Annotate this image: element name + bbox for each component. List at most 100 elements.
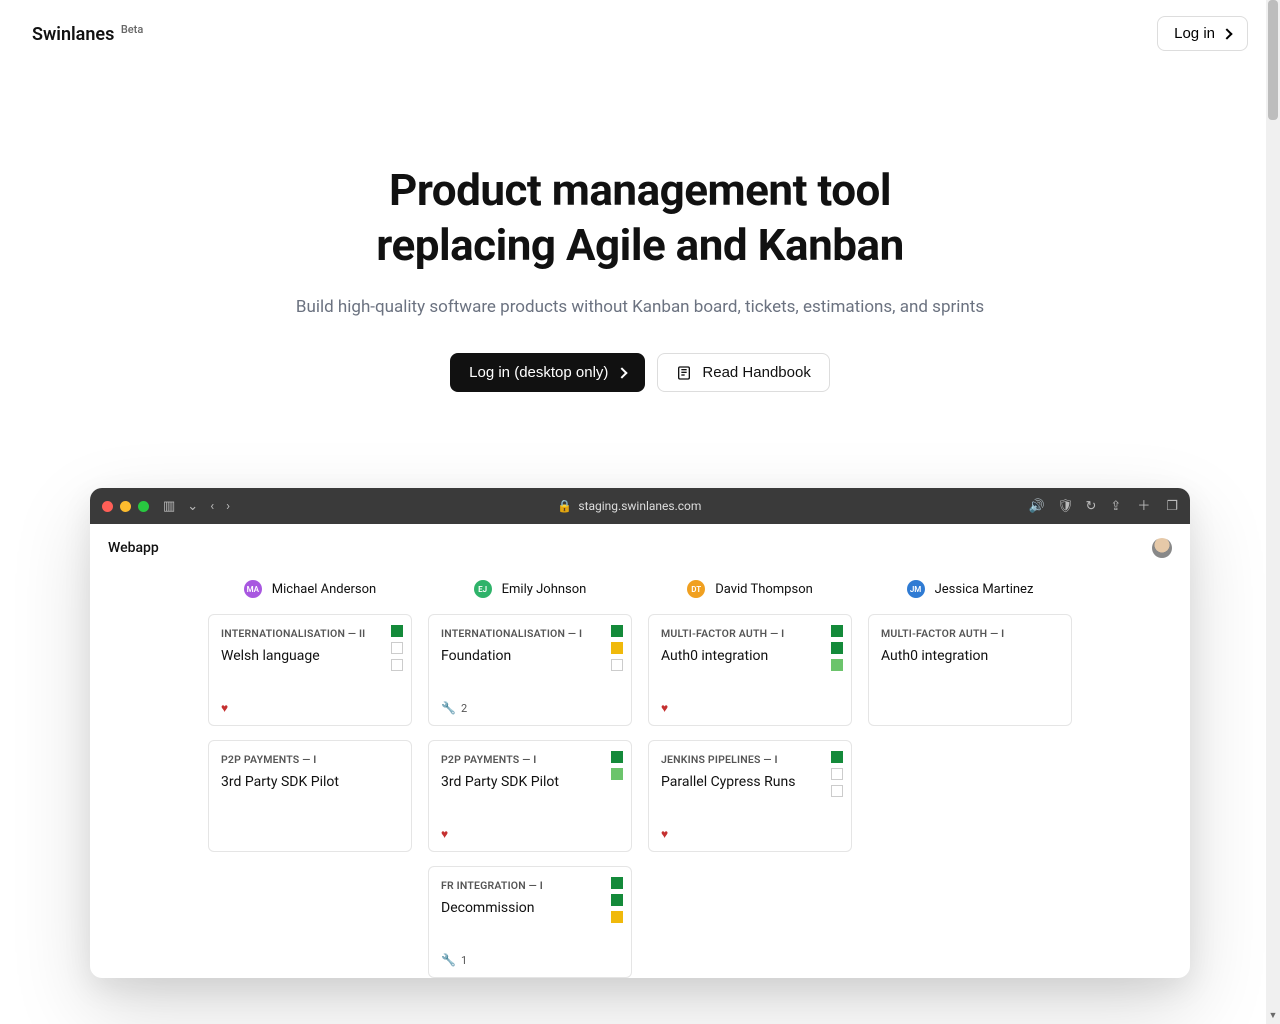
card-foot-count: 1 xyxy=(461,954,467,967)
board-column: MA Michael Anderson INTERNATIONALISATION —… xyxy=(208,580,412,978)
status-stack xyxy=(391,625,403,671)
address-bar: 🔒 staging.swinlanes.com xyxy=(244,499,1015,513)
card-label: P2P PAYMENTS — I xyxy=(221,753,399,766)
status-square xyxy=(831,785,843,797)
status-square xyxy=(831,768,843,780)
board-column: JMJessica Martinez MULTI-FACTOR AUTH — IA… xyxy=(868,580,1072,978)
chevron-down-icon: ⌄ xyxy=(187,500,198,513)
card[interactable]: INTERNATIONALISATION — IFoundation🔧2 xyxy=(428,614,632,726)
heart-icon: ♥ xyxy=(441,827,448,841)
user-avatar xyxy=(1152,538,1172,558)
shield-icon: 🛡 xyxy=(1057,500,1074,513)
column-header: JMJessica Martinez xyxy=(868,580,1072,598)
status-stack xyxy=(611,751,623,780)
titlebar-left-group: ▥ ⌄ ‹ › xyxy=(163,500,230,513)
cta-login-button[interactable]: Log in (desktop only) xyxy=(450,353,645,392)
column-name: Michael Anderson xyxy=(272,582,376,597)
card[interactable]: MULTI-FACTOR AUTH — IAuth0 integration xyxy=(868,614,1072,726)
browser-mockup: ▥ ⌄ ‹ › 🔒 staging.swinlanes.com 🔊 🛡 ↻ ⇪ … xyxy=(90,488,1190,978)
card-footer: 🔧2 xyxy=(441,701,467,715)
status-square xyxy=(611,877,623,889)
status-stack xyxy=(831,751,843,797)
status-square xyxy=(831,642,843,654)
titlebar-mid-group: 🔊 🛡 ↻ xyxy=(1029,500,1097,513)
card-title: Auth0 integration xyxy=(881,648,1059,664)
scrollbar-thumb[interactable] xyxy=(1268,0,1278,120)
column-name: David Thompson xyxy=(715,582,813,597)
brand-badge: Beta xyxy=(121,23,143,36)
column-header: MA Michael Anderson xyxy=(208,580,412,598)
card-title: Parallel Cypress Runs xyxy=(661,774,839,790)
close-light-icon xyxy=(102,501,113,512)
heart-icon: ♥ xyxy=(661,701,668,715)
back-icon: ‹ xyxy=(210,500,214,513)
hero-title-line2: replacing Agile and Kanban xyxy=(376,219,903,271)
status-square xyxy=(391,659,403,671)
book-icon xyxy=(676,365,692,381)
scrollbar[interactable]: ▼ xyxy=(1266,0,1280,1024)
card-title: Decommission xyxy=(441,900,619,916)
status-square xyxy=(611,911,623,923)
card-title: 3rd Party SDK Pilot xyxy=(441,774,619,790)
column-avatar: MA xyxy=(244,580,262,598)
card-title: Welsh language xyxy=(221,648,399,664)
chevron-right-icon xyxy=(617,367,628,378)
card-title: Auth0 integration xyxy=(661,648,839,664)
column-avatar: DT xyxy=(687,580,705,598)
tabs-icon: ❐ xyxy=(1166,500,1178,513)
card-label: FR INTEGRATION — I xyxy=(441,879,619,892)
status-stack xyxy=(611,877,623,923)
card-foot-count: 2 xyxy=(461,702,467,715)
login-button[interactable]: Log in xyxy=(1157,16,1248,51)
status-square xyxy=(611,751,623,763)
column-name: Emily Johnson xyxy=(502,582,587,597)
column-header: DT David Thompson xyxy=(648,580,852,598)
cta-handbook-label: Read Handbook xyxy=(702,364,810,381)
hero-title: Product management tool replacing Agile … xyxy=(40,163,1240,273)
card-label: INTERNATIONALISATION — II xyxy=(221,627,399,640)
status-stack xyxy=(831,625,843,671)
board-column: EJ Emily Johnson INTERNATIONALISATION — I F… xyxy=(428,580,632,978)
card[interactable]: INTERNATIONALISATION — IIWelsh language♥ xyxy=(208,614,412,726)
maximize-light-icon xyxy=(138,501,149,512)
sidebar-icon: ▥ xyxy=(163,500,175,513)
status-stack xyxy=(611,625,623,671)
scroll-down-icon[interactable]: ▼ xyxy=(1266,1010,1280,1024)
cta-handbook-button[interactable]: Read Handbook xyxy=(657,353,829,392)
login-label: Log in xyxy=(1174,25,1215,42)
card[interactable]: P2P PAYMENTS — I3rd Party SDK Pilot xyxy=(208,740,412,852)
card[interactable]: P2P PAYMENTS — I3rd Party SDK Pilot♥ xyxy=(428,740,632,852)
browser-titlebar: ▥ ⌄ ‹ › 🔒 staging.swinlanes.com 🔊 🛡 ↻ ⇪ … xyxy=(90,488,1190,524)
card-footer: ♥ xyxy=(661,701,668,715)
column-avatar: EJ xyxy=(474,580,492,598)
app-chrome: Webapp MAMichael AndersonINTERNATIONALIS… xyxy=(90,524,1190,978)
status-square xyxy=(831,751,843,763)
status-square xyxy=(831,659,843,671)
status-square xyxy=(611,768,623,780)
brand-name: Swinlanes xyxy=(32,24,114,45)
cta-row: Log in (desktop only) Read Handbook xyxy=(40,353,1240,392)
card-title: Foundation xyxy=(441,648,619,664)
status-square xyxy=(391,642,403,654)
hero-title-line1: Product management tool xyxy=(389,164,891,216)
status-square xyxy=(611,625,623,637)
status-square xyxy=(611,659,623,671)
hero: Product management tool replacing Agile … xyxy=(0,67,1280,432)
card[interactable]: FR INTEGRATION — IDecommission🔧1 xyxy=(428,866,632,978)
card-label: INTERNATIONALISATION — I xyxy=(441,627,619,640)
status-square xyxy=(611,894,623,906)
wrench-icon: 🔧 xyxy=(441,701,456,715)
card[interactable]: JENKINS PIPELINES — IParallel Cypress Ru… xyxy=(648,740,852,852)
status-square xyxy=(831,625,843,637)
status-square xyxy=(611,642,623,654)
card-footer: ♥ xyxy=(661,827,668,841)
card-label: MULTI-FACTOR AUTH — I xyxy=(661,627,839,640)
brand: Swinlanes Beta xyxy=(32,23,143,45)
hero-subtitle: Build high-quality software products wit… xyxy=(40,297,1240,317)
heart-icon: ♥ xyxy=(661,827,668,841)
column-name: Jessica Martinez xyxy=(935,582,1034,597)
lock-icon: 🔒 xyxy=(557,499,572,513)
address-url: staging.swinlanes.com xyxy=(578,499,701,513)
forward-icon: › xyxy=(226,500,230,513)
card[interactable]: MULTI-FACTOR AUTH — I Auth0 integration ♥ xyxy=(648,614,852,726)
